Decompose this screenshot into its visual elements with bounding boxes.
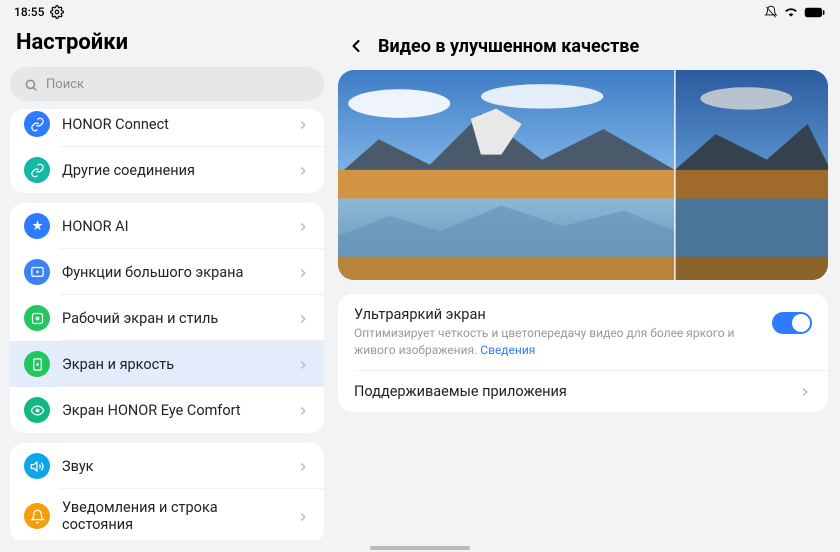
sidebar-item[interactable]: Экран HONOR Eye Comfort [10, 387, 324, 433]
setting-name: Ультраяркий экран [354, 306, 758, 323]
page-title: Видео в улучшенном качестве [378, 36, 639, 57]
battery-icon [804, 5, 826, 19]
sidebar-item[interactable]: HONOR Connect [10, 109, 324, 147]
brightness-icon [24, 351, 50, 377]
link-icon [24, 157, 50, 183]
sound-icon [24, 453, 50, 479]
wifi-icon [784, 5, 798, 19]
sidebar-item-label: Экран HONOR Eye Comfort [62, 402, 284, 419]
ultra-bright-toggle[interactable] [772, 312, 812, 334]
sidebar-item[interactable]: Другие соединения [10, 147, 324, 193]
chevron-right-icon [296, 459, 310, 473]
search-icon [24, 77, 38, 91]
bell-icon [24, 503, 50, 529]
ai-icon [24, 213, 50, 239]
home-indicator[interactable] [370, 546, 470, 550]
setting-supported-apps[interactable]: Поддерживаемые приложения [338, 371, 828, 412]
hero-image [338, 70, 828, 280]
chevron-right-icon [296, 219, 310, 233]
screen-icon [24, 259, 50, 285]
sidebar-item[interactable]: Звук [10, 443, 324, 489]
gear-icon [50, 5, 64, 19]
back-button[interactable] [344, 34, 368, 58]
sidebar-title: Настройки [16, 30, 318, 55]
setting-ultra-bright: Ультраяркий экран Оптимизирует четкость … [338, 294, 828, 371]
content-pane: Видео в улучшенном качестве [334, 24, 840, 540]
search-placeholder: Поиск [46, 77, 84, 92]
sidebar-item-label: Другие соединения [62, 162, 284, 179]
status-bar: 18:55 [0, 0, 840, 24]
sidebar-item-label: Функции большого экрана [62, 264, 284, 281]
sidebar-item-label: HONOR Connect [62, 116, 284, 133]
settings-card: Ультраяркий экран Оптимизирует четкость … [338, 294, 828, 412]
details-link[interactable]: Сведения [480, 343, 535, 357]
sidebar-item[interactable]: Функции большого экрана [10, 249, 324, 295]
sidebar: Настройки Поиск HONOR Connect Другие соед… [0, 24, 334, 540]
chevron-right-icon [296, 163, 310, 177]
sidebar-item-label: HONOR AI [62, 218, 284, 235]
sidebar-item-label: Рабочий экран и стиль [62, 310, 284, 327]
home-icon [24, 305, 50, 331]
search-input[interactable]: Поиск [10, 67, 324, 101]
sidebar-item[interactable]: Экран и яркость [10, 341, 324, 387]
sidebar-item[interactable]: Уведомления и строка состояния [10, 489, 324, 540]
sidebar-item-label: Уведомления и строка состояния [62, 499, 284, 533]
sidebar-item[interactable]: Рабочий экран и стиль [10, 295, 324, 341]
chevron-right-icon [296, 403, 310, 417]
chevron-right-icon [296, 265, 310, 279]
chevron-right-icon [296, 311, 310, 325]
sidebar-item[interactable]: HONOR AI [10, 203, 324, 249]
eye-icon [24, 397, 50, 423]
chevron-right-icon [296, 357, 310, 371]
sidebar-item-label: Звук [62, 458, 284, 475]
dnd-icon [764, 5, 778, 19]
setting-desc: Оптимизирует четкость и цветопередачу ви… [354, 325, 758, 359]
sidebar-item-label: Экран и яркость [62, 356, 284, 373]
status-time: 18:55 [14, 5, 44, 19]
link-icon [24, 111, 50, 137]
chevron-right-icon [296, 509, 310, 523]
chevron-right-icon [296, 117, 310, 131]
chevron-right-icon [798, 384, 812, 398]
